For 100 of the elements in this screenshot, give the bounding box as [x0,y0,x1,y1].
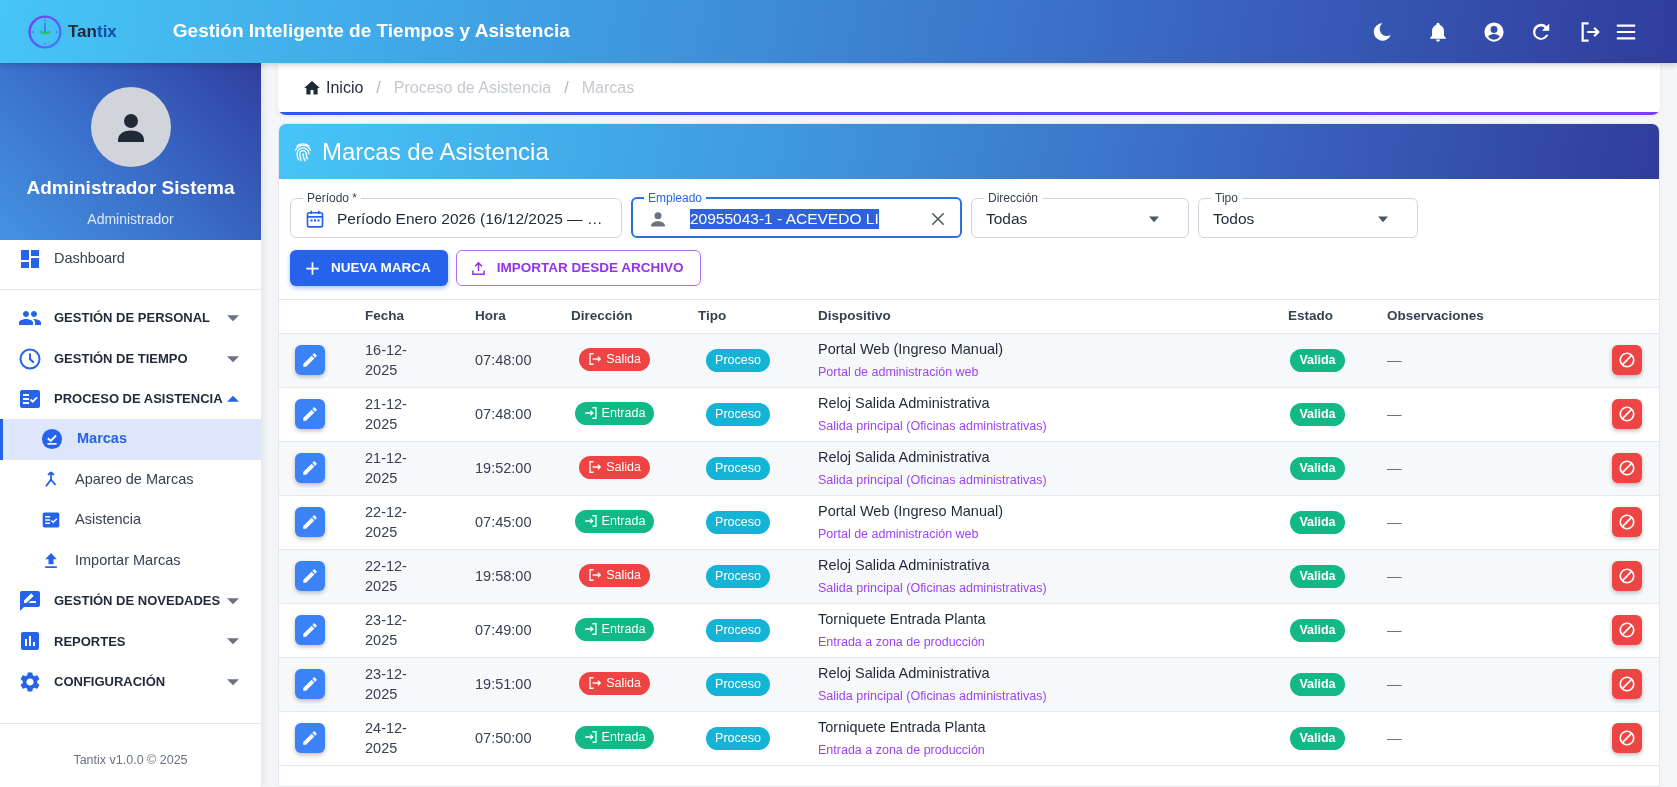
ban-icon [1618,405,1636,424]
edit-button[interactable] [295,399,325,430]
device-location: Salida principal (Oficinas administrativas) [818,417,1047,434]
device-name: Reloj Salida Administrativa [818,663,990,683]
direction-label: Entrada [601,621,646,638]
delete-button[interactable] [1612,345,1642,376]
account-icon[interactable] [1483,20,1505,43]
sidebar-item[interactable]: Dashboard [0,240,261,278]
bell-icon[interactable] [1427,20,1449,43]
ban-icon [1618,729,1636,748]
delete-button[interactable] [1612,561,1642,592]
logout-icon[interactable] [1579,20,1601,43]
sidebar-group[interactable]: GESTIÓN DE TIEMPO [0,338,261,379]
delete-button[interactable] [1612,669,1642,700]
time-text: 07:48:00 [475,405,532,422]
time-text: 19:51:00 [475,675,532,692]
select-field[interactable]: Tipo Todos [1198,191,1418,238]
exit-icon [588,568,603,583]
app-title: Gestión Inteligente de Tiempos y Asistencia [172,19,570,44]
user-role: Administrador [87,210,174,228]
column-header: Observaciones [1387,308,1484,324]
edit-button[interactable] [295,561,325,592]
edit-button[interactable] [295,453,325,484]
field-label: Empleado [647,191,704,205]
sidebar-group[interactable]: GESTIÓN DE NOVEDADES [0,580,261,622]
sidebar-group[interactable]: REPORTES [0,621,261,662]
direction-label: Salida [606,459,641,476]
pencil-icon [301,567,319,586]
pencil-icon [301,729,319,748]
status-badge: Valida [1290,403,1345,426]
field-label: Período * [306,191,359,205]
ban-icon [1618,567,1636,586]
type-badge: Proceso [706,403,770,426]
breadcrumb-link[interactable]: Inicio [303,76,364,100]
type-badge: Proceso [706,511,770,534]
observation-text: — [1387,351,1402,368]
date-text: 22-12-2025 [365,502,408,542]
observation-text: — [1387,729,1402,746]
clock-icon [18,346,42,371]
direction-label: Salida [606,675,641,692]
sidebar-subitem[interactable]: Marcas [0,419,261,460]
avatar-icon [90,87,171,167]
pencil-icon [301,351,319,370]
device-name: Reloj Salida Administrativa [818,393,990,413]
time-text: 19:58:00 [475,567,532,584]
fingerprint-icon [292,140,314,163]
edit-button[interactable] [295,615,325,646]
new-mark-button[interactable]: NUEVA MARCA [290,250,448,286]
sidebar-group[interactable]: CONFIGURACIÓN [0,661,261,702]
delete-button[interactable] [1612,507,1642,538]
checklist-icon [41,510,61,531]
time-text: 19:52:00 [475,459,532,476]
enter-icon [583,622,598,637]
status-badge: Valida [1290,619,1345,642]
clear-icon[interactable] [929,210,947,228]
edit-button[interactable] [295,723,325,754]
direction-label: Entrada [601,513,646,530]
period-field[interactable]: Período * Período Enero 2026 (16/12/2025 — … [290,191,622,238]
date-text: 23-12-2025 [365,610,408,650]
sidebar-subitem[interactable]: Importar Marcas [0,540,261,581]
device-name: Reloj Salida Administrativa [818,555,990,575]
edit-button[interactable] [295,507,325,538]
edit-button[interactable] [295,669,325,700]
ban-icon [1618,621,1636,640]
date-text: 21-12-2025 [365,448,408,488]
ban-icon [1618,675,1636,694]
status-badge: Valida [1290,727,1345,750]
pencil-icon [301,513,319,532]
field-label: Dirección [987,191,1039,205]
type-badge: Proceso [706,673,770,696]
breadcrumb-item: Marcas [581,78,635,98]
pencil-icon [301,621,319,640]
employee-field[interactable]: Empleado 20955043-1 - ACEVEDO LI [631,191,962,238]
type-badge: Proceso [706,565,770,588]
comment-edit-icon [18,588,42,613]
date-text: 16-12-2025 [365,340,408,380]
device-name: Reloj Salida Administrativa [818,447,990,467]
delete-button[interactable] [1612,723,1642,754]
moon-icon[interactable] [1371,20,1393,43]
sidebar-group[interactable]: GESTIÓN DE PERSONAL [0,298,261,339]
date-text: 21-12-2025 [365,394,408,434]
pencil-icon [301,459,319,478]
sidebar-subitem[interactable]: Asistencia [0,499,261,541]
edit-button[interactable] [295,345,325,376]
calendar-icon [305,209,325,229]
pencil-icon [301,675,319,694]
delete-button[interactable] [1612,453,1642,484]
dashboard-icon [18,247,42,271]
direction-label: Salida [606,567,641,584]
delete-button[interactable] [1612,399,1642,430]
delete-button[interactable] [1612,615,1642,646]
import-file-button[interactable]: IMPORTAR DESDE ARCHIVO [455,250,701,286]
device-name: Torniquete Entrada Planta [818,717,986,737]
sidebar-group[interactable]: PROCESO DE ASISTENCIA [0,378,261,420]
breadcrumb-separator: / [376,78,381,98]
select-field[interactable]: Dirección Todas [971,191,1189,238]
status-badge: Valida [1290,673,1345,696]
sidebar-subitem[interactable]: Apareo de Marcas [0,459,261,500]
time-text: 07:48:00 [475,351,532,368]
observation-text: — [1387,459,1402,476]
